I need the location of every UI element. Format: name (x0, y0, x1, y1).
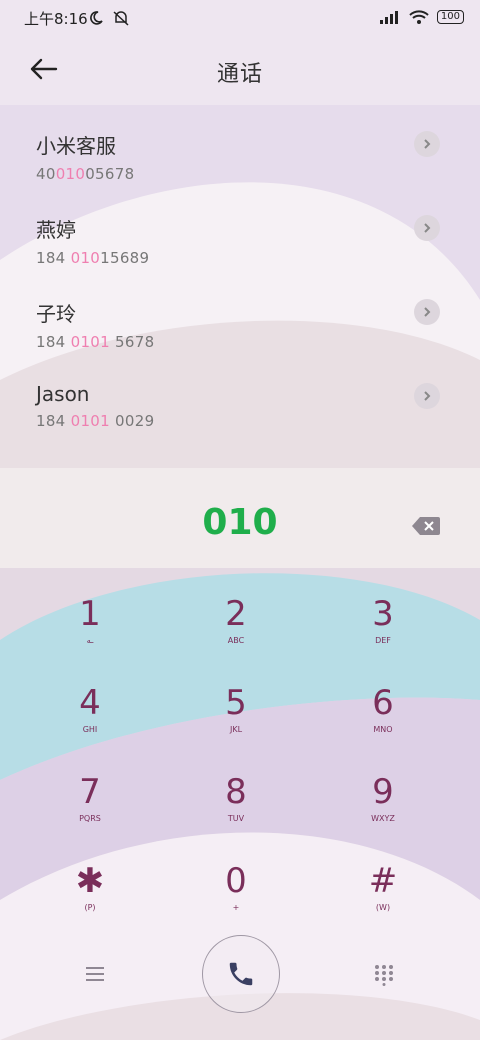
backspace-icon (412, 517, 440, 535)
status-icons-right: 100 (379, 10, 464, 24)
dial-key[interactable]: 7 PQRS (30, 772, 150, 823)
dial-key[interactable]: 8 TUV (176, 772, 296, 823)
contact-detail-button[interactable] (414, 299, 440, 325)
contact-detail-button[interactable] (414, 131, 440, 157)
contact-name: 燕婷 (36, 218, 76, 242)
dial-key[interactable]: ✱ (P) (30, 861, 150, 912)
contact-name: 子玲 (36, 302, 76, 326)
status-time: 上午8:16 (24, 10, 88, 28)
menu-icon (86, 967, 104, 981)
call-button[interactable] (202, 935, 280, 1013)
chevron-right-icon (424, 307, 431, 317)
contact-detail-button[interactable] (414, 383, 440, 409)
page-title: 通话 (216, 62, 263, 87)
dial-key[interactable]: 0 + (176, 861, 296, 912)
phone-icon (229, 962, 253, 986)
status-icons-left (88, 10, 130, 26)
wifi-icon (409, 10, 429, 24)
contact-name: Jason (36, 382, 90, 406)
contact-item[interactable]: 小米客服 4001005678 (36, 130, 134, 183)
dial-key[interactable]: 1 ـه (30, 594, 150, 645)
muted-bell-icon (113, 11, 129, 26)
chevron-right-icon (424, 391, 431, 401)
chevron-right-icon (424, 139, 431, 149)
signal-icon (379, 11, 398, 24)
dialpad-icon (375, 965, 393, 986)
contact-item[interactable]: Jason 184 0101 0029 (36, 382, 154, 430)
menu-button[interactable] (84, 964, 106, 988)
dial-key[interactable]: 6 MNO (323, 683, 443, 734)
do-not-disturb-moon-icon (90, 11, 103, 25)
battery-indicator: 100 (436, 10, 464, 24)
contact-detail-button[interactable] (414, 215, 440, 241)
dialed-number[interactable]: 010 (0, 502, 480, 543)
contact-number: 184 01015689 (36, 249, 150, 267)
contact-number: 184 0101 5678 (36, 333, 155, 351)
contact-item[interactable]: 子玲 184 0101 5678 (36, 298, 154, 351)
contact-name: 小米客服 (36, 134, 116, 158)
delete-button[interactable] (412, 516, 440, 540)
dial-key[interactable]: # (W) (323, 861, 443, 912)
dial-key[interactable]: 4 GHI (30, 683, 150, 734)
dial-key[interactable]: 9 WXYZ (323, 772, 443, 823)
contact-number: 184 0101 0029 (36, 412, 155, 430)
chevron-right-icon (424, 223, 431, 233)
dial-key[interactable]: 2 ABC (176, 594, 296, 645)
dial-key[interactable]: 5 JKL (176, 683, 296, 734)
dial-key[interactable]: 3 DEF (323, 594, 443, 645)
contact-number: 4001005678 (36, 165, 135, 183)
keypad-toggle-button[interactable] (374, 964, 394, 990)
contact-item[interactable]: 燕婷 184 01015689 (36, 214, 149, 267)
